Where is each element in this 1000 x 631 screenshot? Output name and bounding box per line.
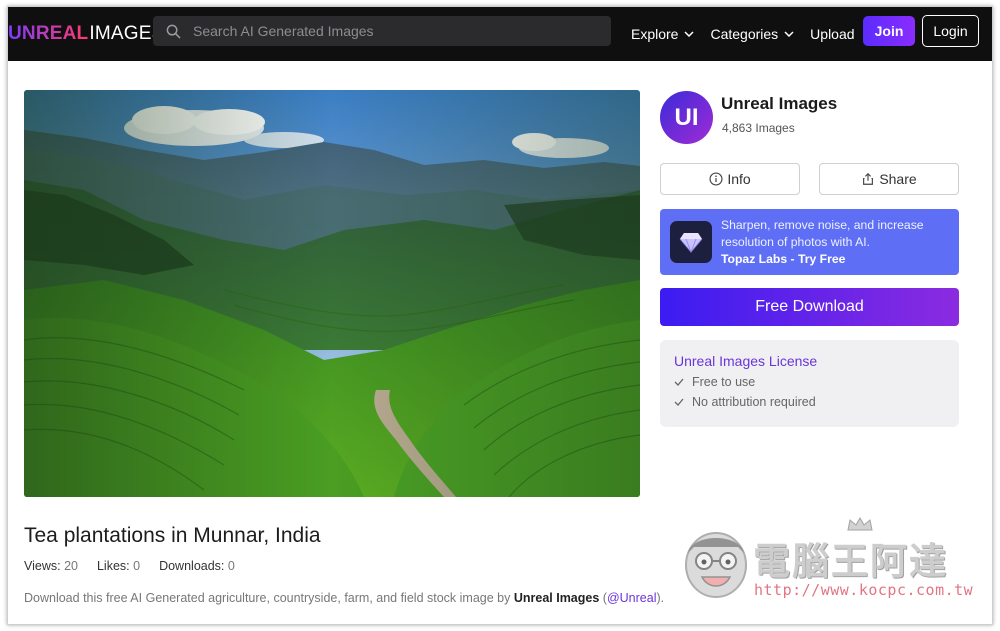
license-item-text: No attribution required <box>692 395 816 409</box>
license-title[interactable]: Unreal Images License <box>674 353 959 369</box>
check-icon <box>674 398 684 406</box>
profile-avatar[interactable]: UI <box>660 91 713 144</box>
watermark: 電腦王阿達 http://www.kocpc.com.tw <box>678 517 973 609</box>
stat-label: Downloads: <box>159 559 225 573</box>
free-download-button[interactable]: Free Download <box>660 288 959 326</box>
search-icon <box>153 24 193 39</box>
info-button-label: Info <box>727 171 751 187</box>
info-button[interactable]: Info <box>660 163 800 195</box>
chevron-down-icon <box>684 31 694 37</box>
license-box: Unreal Images License Free to use No att… <box>660 340 959 427</box>
promo-cta[interactable]: Topaz Labs - Try Free <box>721 252 845 266</box>
chevron-down-icon <box>784 31 794 37</box>
promo-line-1: Sharpen, remove noise, and increase <box>721 217 924 232</box>
main-image[interactable] <box>24 90 640 497</box>
share-button[interactable]: Share <box>819 163 959 195</box>
crown-icon <box>847 517 873 531</box>
search-input[interactable] <box>193 23 593 39</box>
image-title: Tea plantations in Munnar, India <box>24 524 321 547</box>
join-button[interactable]: Join <box>863 16 915 46</box>
topaz-gem-icon <box>670 221 712 263</box>
share-button-label: Share <box>879 171 917 187</box>
image-stats: Views: 20 Likes: 0 Downloads: 0 <box>24 559 254 573</box>
nav-menu: Explore Categories Upload <box>631 7 871 61</box>
site-logo[interactable]: UNREAL IMAGES <box>8 21 164 47</box>
license-item: Free to use <box>674 375 959 389</box>
check-icon <box>674 378 684 386</box>
profile-image-count: 4,863 Images <box>722 121 795 135</box>
watermark-url: http://www.kocpc.com.tw <box>754 581 974 599</box>
nav-upload[interactable]: Upload <box>810 26 854 42</box>
nav-categories-label: Categories <box>710 26 779 42</box>
license-item: No attribution required <box>674 395 959 409</box>
description-handle-link[interactable]: @Unreal <box>607 591 657 605</box>
stat-value: 0 <box>133 559 141 573</box>
stat-downloads: Downloads: 0 <box>159 559 235 573</box>
search-bar[interactable] <box>153 16 611 46</box>
logo-text-unreal: UNREAL <box>8 23 89 44</box>
mascot-face-icon <box>685 532 747 598</box>
nav-categories[interactable]: Categories <box>710 26 794 42</box>
image-description: Download this free AI Generated agricult… <box>24 591 665 605</box>
info-icon <box>709 172 723 186</box>
stat-value: 20 <box>64 559 78 573</box>
browser-page: UNREALIMAGES Explore Categories Upload J… <box>7 6 993 625</box>
promo-text: Sharpen, remove noise, and increase reso… <box>721 217 924 268</box>
watermark-name: 電腦王阿達 <box>753 540 948 583</box>
stat-label: Views: <box>24 559 61 573</box>
stat-value: 0 <box>227 559 235 573</box>
top-navbar: UNREALIMAGES Explore Categories Upload J… <box>8 7 992 61</box>
login-button[interactable]: Login <box>922 15 979 47</box>
description-author-link[interactable]: Unreal Images <box>514 591 599 605</box>
nav-explore-label: Explore <box>631 26 679 42</box>
license-item-text: Free to use <box>692 375 756 389</box>
description-text: Download this free AI Generated agricult… <box>24 591 511 605</box>
promo-line-2: resolution of photos with AI. <box>721 234 871 249</box>
share-icon <box>863 172 874 185</box>
nav-explore[interactable]: Explore <box>631 26 694 42</box>
stat-likes: Likes: 0 <box>97 559 140 573</box>
profile-name[interactable]: Unreal Images <box>721 94 837 114</box>
topaz-promo-banner[interactable]: Sharpen, remove noise, and increase reso… <box>660 209 959 275</box>
stat-label: Likes: <box>96 559 130 573</box>
stat-views: Views: 20 <box>24 559 78 573</box>
